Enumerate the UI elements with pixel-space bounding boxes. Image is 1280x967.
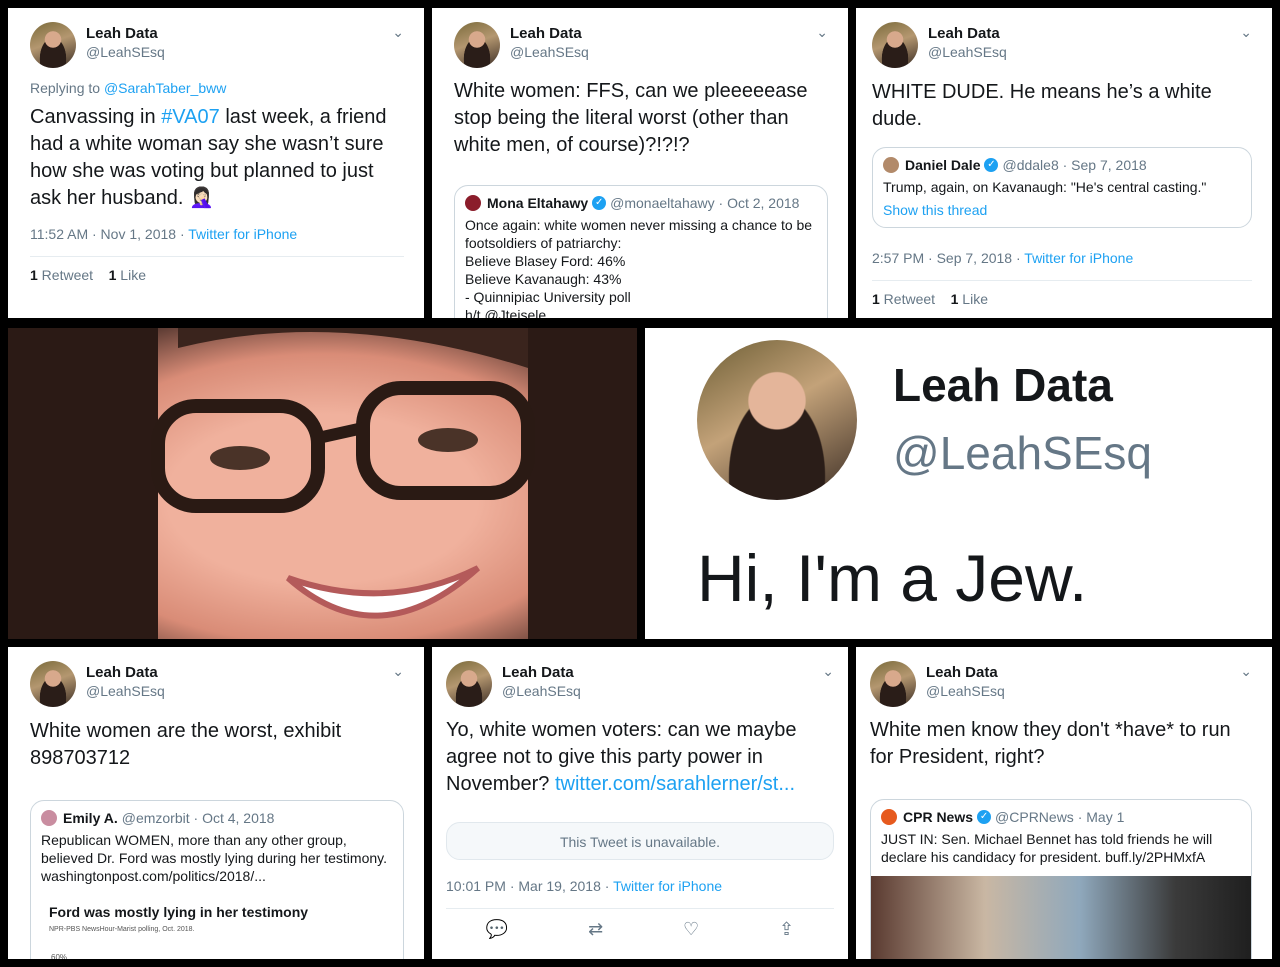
chevron-down-icon[interactable]: ⌄ [1240,663,1252,680]
author-handle[interactable]: @LeahSEsq [86,43,165,61]
avatar[interactable] [454,22,500,68]
show-thread-link[interactable]: Show this thread [883,201,1241,219]
quoted-author: CPR News [903,809,974,825]
quoted-text: Republican WOMEN, more than any other gr… [41,832,387,884]
quoted-chart-title: Ford was mostly lying in her testimony [49,904,309,920]
author-handle[interactable]: @LeahSEsq [928,43,1007,61]
quoted-meta: @ddale8 · Sep 7, 2018 [1002,157,1147,173]
tweet-timestamp: 2:57 PM · Sep 7, 2018 · Twitter for iPho… [872,250,1134,266]
profile-name: Leah Data [893,359,1113,411]
author-name[interactable]: Leah Data [926,664,1005,682]
replying-to: Replying to @SarahTaber_bww [30,80,227,96]
author-name[interactable]: Leah Data [510,25,589,43]
quoted-photo[interactable] [871,876,1251,959]
avatar[interactable] [30,661,76,707]
tweet-panel-2: Leah Data @LeahSEsq ⌄ White women: FFS, … [432,8,848,318]
quoted-author: Mona Eltahawy [487,195,589,211]
quoted-avatar [883,157,899,173]
author-name[interactable]: Leah Data [86,664,165,682]
chevron-down-icon[interactable]: ⌄ [392,24,404,41]
profile-avatar[interactable] [697,340,857,500]
avatar[interactable] [30,22,76,68]
author-handle[interactable]: @LeahSEsq [86,682,165,700]
quoted-meta: @monaeltahawy · Oct 2, 2018 [610,195,800,211]
quoted-avatar [465,195,481,211]
face-illustration [8,328,637,639]
quoted-meta: @CPRNews · May 1 [995,809,1125,825]
chevron-down-icon[interactable]: ⌄ [392,663,404,680]
quoted-chart-tick: 60% [51,949,393,959]
avatar[interactable] [870,661,916,707]
tweet-panel-6: Leah Data @LeahSEsq ⌄ White men know the… [856,647,1272,959]
quoted-avatar [41,810,57,826]
quoted-tweet[interactable]: Mona Eltahawy ✓ @monaeltahawy · Oct 2, 2… [454,185,828,318]
verified-badge-icon: ✓ [977,810,992,824]
quoted-meta: @emzorbit · Oct 4, 2018 [121,810,275,826]
author-name[interactable]: Leah Data [86,25,165,43]
verified-badge-icon: ✓ [592,196,607,210]
quoted-avatar [881,809,897,825]
tweet-panel-3: Leah Data @LeahSEsq ⌄ WHITE DUDE. He mea… [856,8,1272,318]
tweet-text: White women are the worst, exhibit 89870… [30,720,342,769]
profile-handle: @LeahSEsq [893,427,1152,479]
source-link[interactable]: Twitter for iPhone [1024,250,1133,266]
quoted-chart-subtitle: NPR-PBS NewsHour-Marist polling, Oct. 20… [49,926,195,933]
quoted-tweet[interactable]: CPR News ✓ @CPRNews · May 1 JUST IN: Sen… [870,799,1252,959]
quoted-text: Once again: white women never missing a … [465,217,813,318]
tweet-link[interactable]: twitter.com/sarahlerner/st... [555,773,795,795]
quoted-author: Emily A. [63,810,118,826]
quoted-author: Daniel Dale [905,157,981,173]
tweet-text: Canvassing in #VA07 last week, a friend … [30,106,387,209]
tweet-panel-4: Leah Data @LeahSEsq ⌄ White women are th… [8,647,424,959]
hashtag-link[interactable]: #VA07 [161,106,220,128]
avatar[interactable] [872,22,918,68]
quoted-tweet[interactable]: Daniel Dale ✓ @ddale8 · Sep 7, 2018 Trum… [872,147,1252,228]
author-name[interactable]: Leah Data [928,25,1007,43]
action-bar: 💬 ⇄ ♡ ⇪ [446,909,834,940]
face-photo [8,328,637,639]
tweet-text: White men know they don't *have* to run … [870,719,1231,768]
source-link[interactable]: Twitter for iPhone [613,878,722,894]
avatar[interactable] [446,661,492,707]
like-icon[interactable]: ♡ [683,919,699,940]
tweet-text: Yo, white women voters: can we maybe agr… [446,719,797,795]
tweet-timestamp: 10:01 PM · Mar 19, 2018 · Twitter for iP… [446,878,723,894]
author-name[interactable]: Leah Data [502,664,581,682]
tweet-text: White women: FFS, can we pleeeeease stop… [454,80,808,156]
tweet-text: WHITE DUDE. He means he’s a white dude. [872,81,1212,130]
chevron-down-icon[interactable]: ⌄ [1240,24,1252,41]
author-handle[interactable]: @LeahSEsq [510,43,589,61]
profile-bio: Hi, I'm a Jew. [697,541,1088,615]
tweet-stats: 1 Retweet 1 Like [30,267,146,283]
retweet-icon[interactable]: ⇄ [588,919,603,940]
tweet-panel-5: Leah Data @LeahSEsq ⌄ Yo, white women vo… [432,647,848,959]
tweet-panel-1: Leah Data @LeahSEsq ⌄ Replying to @Sarah… [8,8,424,318]
author-handle[interactable]: @LeahSEsq [502,682,581,700]
tweet-stats: 1 Retweet 1 Like [872,291,988,307]
verified-badge-icon: ✓ [984,158,999,172]
chevron-down-icon[interactable]: ⌄ [822,663,834,680]
unavailable-tweet: This Tweet is unavailable. [446,822,834,860]
author-handle[interactable]: @LeahSEsq [926,682,1005,700]
reply-icon[interactable]: 💬 [486,919,508,940]
reply-to-link[interactable]: @SarahTaber_bww [104,80,226,96]
profile-card: Leah Data @LeahSEsq Hi, I'm a Jew. [645,328,1272,639]
source-link[interactable]: Twitter for iPhone [188,226,297,242]
quoted-tweet[interactable]: Emily A. @emzorbit · Oct 4, 2018 Republi… [30,800,404,959]
quoted-text: JUST IN: Sen. Michael Bennet has told fr… [881,831,1213,865]
share-icon[interactable]: ⇪ [779,919,794,940]
quoted-text: Trump, again, on Kavanaugh: "He's centra… [883,179,1207,195]
tweet-timestamp: 11:52 AM · Nov 1, 2018 · Twitter for iPh… [30,226,298,242]
chevron-down-icon[interactable]: ⌄ [816,24,828,41]
